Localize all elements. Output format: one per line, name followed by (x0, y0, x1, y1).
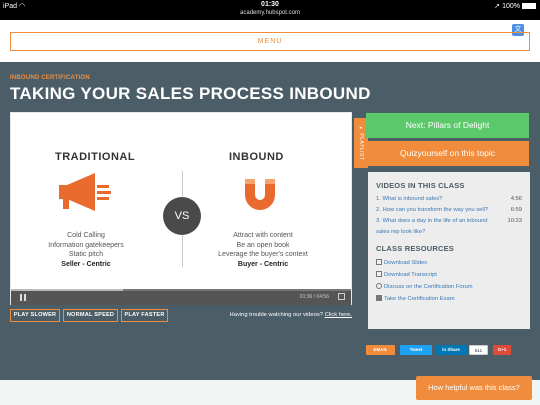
time-display: 01:36 / 04:56 (299, 294, 329, 300)
battery-status: ➚ 100% (494, 2, 536, 10)
video-list-item[interactable]: 1. What is inbound sales? 4:56 (376, 194, 522, 205)
kicker-label[interactable]: INBOUND CERTIFICATION (10, 75, 90, 81)
traditional-item: Cold Calling (67, 232, 105, 239)
video-duration: 10:23 (507, 218, 522, 224)
tweet-button[interactable]: Tweet (400, 345, 432, 355)
progress-fill (11, 289, 124, 291)
videos-heading: VIDEOS IN THIS CLASS (376, 181, 465, 190)
video-duration: 6:59 (510, 207, 522, 213)
magnet-icon (245, 179, 275, 210)
traditional-item: Static pitch (68, 251, 104, 258)
email-share-button[interactable]: EMAIL (366, 345, 395, 355)
feedback-button[interactable]: How helpful was this class? (416, 376, 532, 400)
inbound-item: Be an open book (236, 241, 290, 249)
progress-bar[interactable] (11, 289, 351, 291)
checkbox-icon (376, 295, 382, 302)
traditional-item: Information gatekeepers (48, 241, 124, 249)
google-plus-button[interactable]: G+1 (493, 345, 511, 355)
vs-badge: VS (163, 197, 201, 235)
traditional-list: Cold Calling Information gatekeepers Sta… (16, 231, 156, 269)
document-icon (376, 259, 382, 266)
video-player[interactable]: TRADITIONAL INBOUND VS Cold Calling Info… (10, 112, 352, 305)
normal-speed-button[interactable]: NORMAL SPEED (63, 309, 118, 322)
clock: 01:30 (261, 1, 279, 8)
menu-button[interactable]: MENU (10, 32, 530, 51)
site-header: 文 MENU (0, 20, 540, 62)
quiz-button[interactable]: Quizyourself on this topic (366, 141, 529, 166)
video-duration: 4:56 (510, 196, 522, 202)
resource-download-slides[interactable]: Download Slides (376, 257, 522, 269)
video-list-item[interactable]: 3. What does a day in the life of an inb… (376, 216, 522, 238)
resource-download-transcript[interactable]: Download Transcript (376, 269, 522, 281)
trouble-label: Having trouble watching our videos? (229, 312, 323, 318)
video-controls: 01:36 / 04:56 (11, 289, 351, 305)
trouble-text: Having trouble watching our videos? Clic… (230, 312, 352, 318)
share-count: 511 (469, 345, 488, 355)
traditional-item: Seller - Centric (61, 260, 111, 268)
class-hero: INBOUND CERTIFICATION TAKING YOUR SALES … (0, 62, 540, 380)
pause-icon[interactable] (20, 294, 26, 301)
play-faster-button[interactable]: PLAY FASTER (121, 309, 168, 322)
video-list-item[interactable]: 2. How can you transform the way you sel… (376, 205, 522, 216)
inbound-item: Leverage the buyer's context (218, 251, 308, 258)
next-class-button[interactable]: Next: Pillars of Delight (366, 113, 529, 138)
chat-bubble-icon (376, 283, 382, 290)
battery-icon (522, 3, 536, 10)
resources-heading: CLASS RESOURCES (376, 244, 455, 253)
linkedin-share-button[interactable]: in Share (435, 345, 467, 355)
inbound-item: Attract with content (233, 232, 293, 239)
slide-heading-traditional: TRADITIONAL (55, 151, 136, 163)
inbound-list: Attract with content Be an open book Lev… (193, 231, 333, 269)
class-sidebar-panel: VIDEOS IN THIS CLASS 1. What is inbound … (368, 172, 530, 329)
play-slower-button[interactable]: PLAY SLOWER (10, 309, 60, 322)
ios-status-bar: iPad ◠ 01:30 academy.hubspot.com ➚ 100% (0, 0, 540, 20)
address-url[interactable]: academy.hubspot.com (0, 10, 540, 16)
resource-exam[interactable]: Take the Certification Exam (376, 293, 522, 305)
slide-heading-inbound: INBOUND (229, 151, 284, 163)
click-here-link[interactable]: Click here. (325, 312, 352, 318)
inbound-item: Buyer - Centric (237, 260, 289, 268)
megaphone-icon (59, 173, 111, 211)
fullscreen-icon[interactable] (338, 293, 345, 300)
resource-forum[interactable]: Discuss on the Certification Forum (376, 281, 522, 293)
document-icon (376, 271, 382, 278)
page-title: TAKING YOUR SALES PROCESS INBOUND (10, 84, 371, 103)
